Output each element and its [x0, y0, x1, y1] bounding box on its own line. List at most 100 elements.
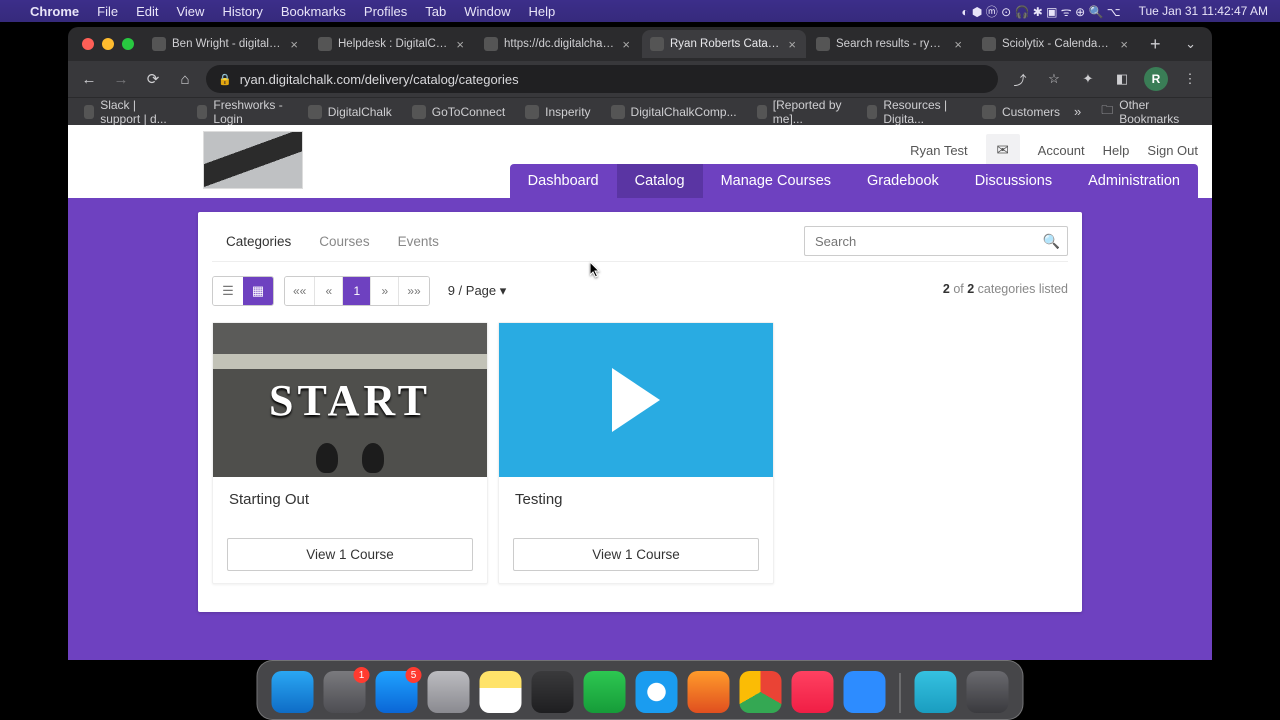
card-thumbnail: START	[213, 323, 487, 477]
bookmark-item[interactable]: GoToConnect	[406, 96, 511, 128]
dock-app-store[interactable]: 5	[376, 671, 418, 713]
page-current[interactable]: 1	[343, 277, 371, 305]
browser-tab[interactable]: Helpdesk : DigitalChalk×	[310, 30, 474, 58]
subtab-events[interactable]: Events	[384, 224, 453, 259]
site-logo[interactable]	[203, 131, 303, 189]
home-button[interactable]: ⌂	[174, 68, 196, 90]
dock-notes[interactable]	[480, 671, 522, 713]
close-icon[interactable]: ×	[952, 37, 964, 52]
menu-View[interactable]: View	[176, 4, 204, 19]
dock-trash[interactable]	[967, 671, 1009, 713]
dock-settings[interactable]: 1	[324, 671, 366, 713]
menu-Edit[interactable]: Edit	[136, 4, 158, 19]
card-title: Testing	[499, 477, 773, 538]
subtab-categories[interactable]: Categories	[212, 224, 305, 259]
menu-File[interactable]: File	[97, 4, 118, 19]
mac-menubar: Chrome File Edit View History Bookmarks …	[0, 0, 1280, 22]
nav-item-administration[interactable]: Administration	[1070, 164, 1198, 198]
bookmark-item[interactable]: Slack | support | d...	[78, 96, 183, 128]
account-link[interactable]: Account	[1038, 143, 1085, 158]
menubar-clock[interactable]: Tue Jan 31 11:42:47 AM	[1139, 4, 1268, 18]
extensions-button[interactable]: ✦	[1076, 67, 1100, 91]
page-next-button[interactable]: »	[371, 277, 399, 305]
bookmark-item[interactable]: Freshworks - Login	[191, 96, 294, 128]
close-icon[interactable]: ×	[454, 37, 466, 52]
favicon-icon	[611, 105, 625, 119]
window-controls[interactable]	[76, 38, 144, 50]
close-icon[interactable]: ×	[1118, 37, 1130, 52]
per-page-select[interactable]: 9 / Page ▾	[440, 279, 515, 303]
menu-History[interactable]: History	[222, 4, 262, 19]
user-name: Ryan Test	[910, 143, 968, 158]
page-first-button[interactable]: ««	[285, 277, 315, 305]
view-buttons: ☰ ▦	[212, 276, 274, 306]
browser-tab[interactable]: Sciolytix - Calendar - Ja×	[974, 30, 1138, 58]
bookmark-item[interactable]: DigitalChalk	[302, 96, 398, 128]
category-card[interactable]: STARTStarting OutView 1 Course	[212, 322, 488, 584]
menu-Window[interactable]: Window	[464, 4, 510, 19]
bookmark-item[interactable]: [Reported by me]...	[751, 96, 854, 128]
browser-tab[interactable]: Ben Wright - digitalchalk×	[144, 30, 308, 58]
back-button[interactable]: ←	[78, 68, 100, 90]
tab-dropdown-button[interactable]: ⌄	[1177, 36, 1204, 52]
dock-firefox[interactable]	[688, 671, 730, 713]
dock-launchpad[interactable]	[428, 671, 470, 713]
reload-button[interactable]: ⟳	[142, 68, 164, 90]
menu-Tab[interactable]: Tab	[425, 4, 446, 19]
close-icon[interactable]: ×	[620, 37, 632, 52]
profile-avatar[interactable]: R	[1144, 67, 1168, 91]
tab-bar: Ben Wright - digitalchalk×Helpdesk : Dig…	[68, 27, 1212, 61]
search-input[interactable]	[804, 226, 1068, 256]
share-button[interactable]: ⤴	[1008, 67, 1032, 91]
bookmark-item[interactable]: Resources | Digita...	[861, 96, 968, 128]
menu-Help[interactable]: Help	[529, 4, 556, 19]
bookmark-item[interactable]: Customers	[976, 96, 1066, 128]
dock-safari[interactable]	[636, 671, 678, 713]
bookmark-item[interactable]: DigitalChalkComp...	[605, 96, 743, 128]
dock-finder[interactable]	[272, 671, 314, 713]
nav-item-discussions[interactable]: Discussions	[957, 164, 1070, 198]
page-last-button[interactable]: »»	[399, 277, 428, 305]
star-button[interactable]: ☆	[1042, 67, 1066, 91]
forward-button[interactable]: →	[110, 68, 132, 90]
view-courses-button[interactable]: View 1 Course	[227, 538, 473, 571]
omnibox[interactable]: 🔒 ryan.digitalchalk.com/delivery/catalog…	[206, 65, 998, 93]
list-view-button[interactable]: ☰	[213, 277, 243, 305]
category-card[interactable]: TestingView 1 Course	[498, 322, 774, 584]
signout-link[interactable]: Sign Out	[1147, 143, 1198, 158]
dock-zoom[interactable]	[844, 671, 886, 713]
favicon-icon	[152, 37, 166, 51]
menu-Profiles[interactable]: Profiles	[364, 4, 407, 19]
menu-Bookmarks[interactable]: Bookmarks	[281, 4, 346, 19]
browser-tab[interactable]: Search results - ryan.rol×	[808, 30, 972, 58]
favicon-icon	[412, 105, 426, 119]
dock-calculator[interactable]	[532, 671, 574, 713]
new-tab-button[interactable]: +	[1140, 34, 1171, 55]
close-icon[interactable]: ×	[288, 37, 300, 52]
bookmark-item[interactable]: Insperity	[519, 96, 596, 128]
dock-music[interactable]	[792, 671, 834, 713]
sidepanel-button[interactable]: ◧	[1110, 67, 1134, 91]
browser-tab[interactable]: https://dc.digitalchalk.co×	[476, 30, 640, 58]
dock-numbers[interactable]	[584, 671, 626, 713]
chrome-menu-button[interactable]: ⋮	[1178, 67, 1202, 91]
bookmarks-overflow[interactable]: »	[1074, 104, 1081, 119]
dock-chrome[interactable]	[740, 671, 782, 713]
nav-item-manage-courses[interactable]: Manage Courses	[703, 164, 849, 198]
nav-item-dashboard[interactable]: Dashboard	[510, 164, 617, 198]
mail-icon[interactable]: ✉	[986, 134, 1020, 166]
close-icon[interactable]: ×	[786, 37, 798, 52]
browser-tab[interactable]: Ryan Roberts Catalog×	[642, 30, 806, 58]
dock-downloads[interactable]	[915, 671, 957, 713]
search-icon[interactable]: 🔍	[1043, 233, 1060, 250]
menubar-status-icons[interactable]: ◐ ⬢ ⓜ ⊙ 🎧 ✱ ▣ ᯤ ⊕ 🔍 ⌥	[961, 3, 1120, 20]
help-link[interactable]: Help	[1103, 143, 1130, 158]
grid-view-button[interactable]: ▦	[243, 277, 273, 305]
other-bookmarks[interactable]: 🗀Other Bookmarks	[1095, 96, 1202, 128]
subtab-courses[interactable]: Courses	[305, 224, 383, 259]
nav-item-catalog[interactable]: Catalog	[617, 164, 703, 198]
menubar-app[interactable]: Chrome	[30, 4, 79, 19]
page-prev-button[interactable]: «	[315, 277, 343, 305]
view-courses-button[interactable]: View 1 Course	[513, 538, 759, 571]
nav-item-gradebook[interactable]: Gradebook	[849, 164, 957, 198]
